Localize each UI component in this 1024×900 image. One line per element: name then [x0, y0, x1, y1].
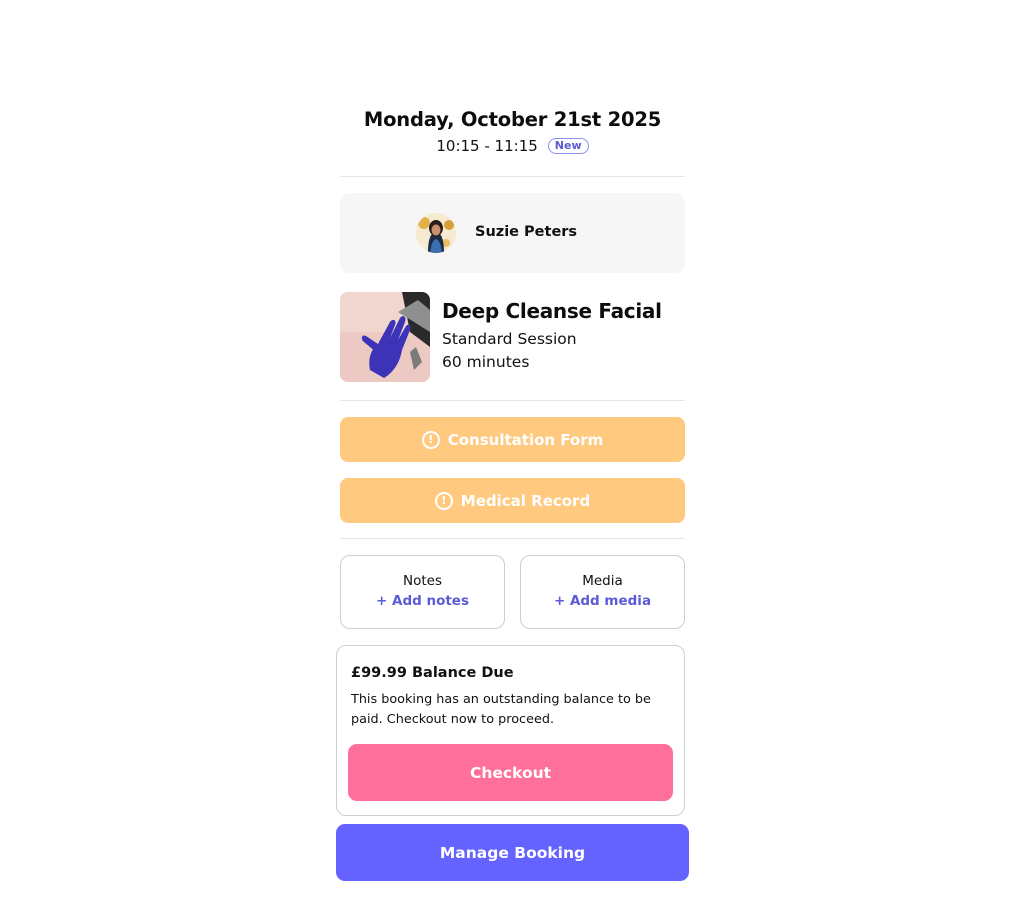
- booking-header: Monday, October 21st 2025 10:15 - 11:15 …: [340, 108, 685, 155]
- booking-time: 10:15 - 11:15: [436, 137, 538, 155]
- media-card[interactable]: Media + Add media: [520, 555, 685, 629]
- balance-title: £99.99 Balance Due: [351, 665, 514, 681]
- divider: [340, 400, 685, 401]
- medical-record-button[interactable]: ! Medical Record: [340, 478, 685, 523]
- divider: [340, 176, 685, 177]
- booking-date: Monday, October 21st 2025: [363, 108, 662, 131]
- add-notes-link[interactable]: + Add notes: [341, 593, 504, 609]
- balance-card: £99.99 Balance Due This booking has an o…: [336, 645, 685, 816]
- checkout-button[interactable]: Checkout: [348, 744, 673, 801]
- avatar: [416, 213, 456, 253]
- balance-message: This booking has an outstanding balance …: [351, 692, 651, 727]
- service-info: Deep Cleanse Facial Standard Session 60 …: [442, 299, 662, 371]
- warning-icon: !: [434, 491, 453, 510]
- add-media-link[interactable]: + Add media: [521, 593, 684, 609]
- service-duration: 60 minutes: [442, 353, 530, 371]
- service-title: Deep Cleanse Facial: [442, 299, 662, 323]
- consultation-form-button[interactable]: ! Consultation Form: [340, 417, 685, 462]
- notes-title: Notes: [403, 573, 442, 589]
- divider: [340, 538, 685, 539]
- status-badge: New: [547, 138, 589, 154]
- warning-icon: !: [421, 430, 440, 449]
- client-name: Suzie Peters: [475, 224, 578, 240]
- consultation-form-label: Consultation Form: [447, 430, 604, 449]
- media-title: Media: [582, 573, 623, 589]
- time-row: 10:15 - 11:15 New: [340, 137, 685, 155]
- service-type: Standard Session: [442, 330, 577, 348]
- manage-booking-button[interactable]: Manage Booking: [336, 824, 689, 881]
- client-card[interactable]: Suzie Peters: [340, 193, 685, 273]
- notes-card[interactable]: Notes + Add notes: [340, 555, 505, 629]
- service-image: [340, 292, 430, 382]
- medical-record-label: Medical Record: [460, 491, 591, 510]
- booking-details-panel: Monday, October 21st 2025 10:15 - 11:15 …: [318, 88, 708, 888]
